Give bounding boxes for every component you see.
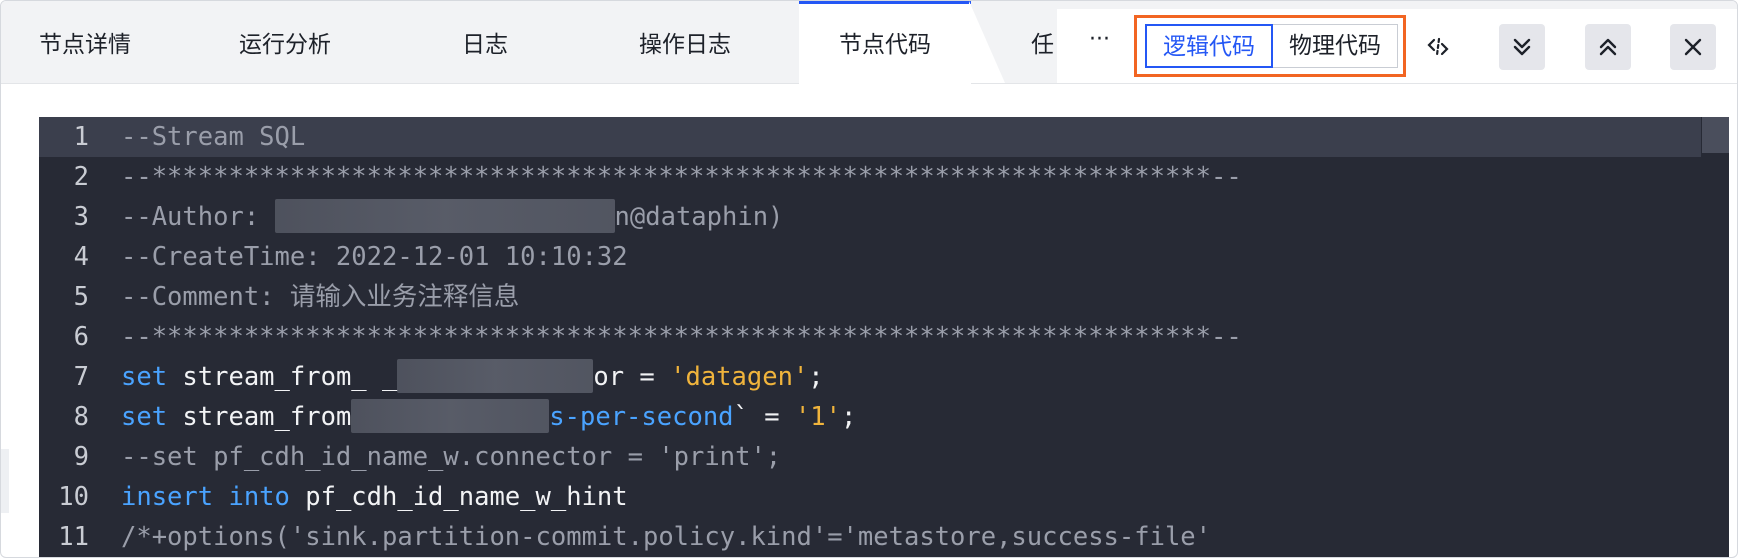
sql-property-key: s-per-second	[549, 402, 734, 432]
line-number: 10	[58, 482, 89, 512]
active-tab-edge	[969, 1, 1005, 83]
line-number: 9	[73, 442, 89, 472]
sql-identifier: stream_from_ _	[167, 362, 398, 392]
code-line[interactable]: 8 set stream_from s-per-second` = '1';	[39, 397, 1701, 437]
line-number: 2	[73, 162, 89, 192]
expand-up-icon[interactable]	[1585, 24, 1631, 70]
code-text: set stream_from s-per-second` = '1';	[121, 397, 856, 437]
tab-operation-log[interactable]: 操作日志	[585, 1, 785, 83]
line-number: 8	[73, 402, 89, 432]
sql-string: '1'	[794, 402, 842, 432]
code-text: set stream_from_ _ or = 'datagen';	[121, 357, 824, 397]
code-text: --**************************************…	[121, 162, 1242, 192]
sql-terminator: ;	[808, 362, 824, 392]
physical-code-button[interactable]: 物理代码	[1273, 24, 1398, 68]
line-number: 3	[73, 202, 89, 232]
sql-terminator: ;	[841, 402, 857, 432]
line-number: 7	[73, 362, 89, 392]
code-line[interactable]: 6 --************************************…	[39, 317, 1701, 357]
code-line[interactable]: 11 /*+options('sink.partition-commit.pol…	[39, 517, 1701, 557]
line-number: 6	[73, 322, 89, 352]
code-line[interactable]: 1 --Stream SQL	[39, 117, 1701, 157]
logical-code-button[interactable]: 逻辑代码	[1145, 24, 1273, 68]
close-icon[interactable]	[1670, 24, 1716, 70]
code-editor[interactable]: 1 --Stream SQL 2 --*********************…	[39, 117, 1729, 557]
sql-operator: or =	[593, 362, 671, 392]
sql-identifier: stream_from	[167, 402, 352, 432]
editor-scrollbar[interactable]	[1702, 117, 1729, 153]
tab-node-code[interactable]: 节点代码	[799, 1, 971, 86]
code-text: --**************************************…	[121, 322, 1242, 352]
tab-bar: 节点详情 运行分析 日志 操作日志 节点代码 任 ··· 逻辑代码 物理代码	[1, 1, 1737, 86]
code-line[interactable]: 9 --set pf_cdh_id_name_w.connector = 'pr…	[39, 437, 1701, 477]
code-text: --Author: n@dataphin)	[121, 197, 783, 237]
code-line[interactable]: 2 --************************************…	[39, 157, 1701, 197]
sql-keyword: set	[121, 402, 168, 432]
code-text: --CreateTime: 2022-12-01 10:10:32	[121, 242, 628, 272]
format-code-icon[interactable]	[1415, 24, 1461, 70]
code-text: --set pf_cdh_id_name_w.connector = 'prin…	[121, 442, 782, 472]
line-number: 5	[73, 282, 89, 312]
sql-keyword: insert into	[121, 482, 290, 512]
tab-node-details[interactable]: 节点详情	[1, 1, 169, 83]
line-number: 4	[73, 242, 89, 272]
code-text: /*+options('sink.partition-commit.policy…	[121, 522, 1212, 552]
redacted-text	[397, 359, 594, 393]
code-line[interactable]: 5 --Comment: 请输入业务注释信息	[39, 277, 1701, 317]
code-line[interactable]: 10 insert into pf_cdh_id_name_w_hint	[39, 477, 1701, 517]
tab-log[interactable]: 日志	[385, 1, 585, 83]
code-line[interactable]: 7 set stream_from_ _ or = 'datagen';	[39, 357, 1701, 397]
redacted-text	[351, 399, 550, 433]
sql-operator: ` =	[733, 402, 795, 432]
code-line[interactable]: 4 --CreateTime: 2022-12-01 10:10:32	[39, 237, 1701, 277]
collapse-down-icon[interactable]	[1499, 24, 1545, 70]
code-text: insert into pf_cdh_id_name_w_hint	[121, 477, 628, 517]
author-suffix: n@dataphin)	[614, 202, 784, 232]
sql-identifier: pf_cdh_id_name_w_hint	[289, 482, 628, 512]
more-tabs-button[interactable]: ···	[1089, 27, 1110, 52]
tab-run-analysis[interactable]: 运行分析	[185, 1, 385, 83]
code-line[interactable]: 3 --Author: n@dataphin)	[39, 197, 1701, 237]
redacted-text	[274, 199, 615, 233]
line-number: 11	[58, 522, 89, 552]
author-prefix: --Author:	[121, 202, 275, 232]
line-number: 1	[73, 122, 89, 152]
left-resize-handle[interactable]	[1, 449, 9, 513]
sql-string: 'datagen'	[670, 362, 809, 392]
code-text: --Stream SQL	[121, 122, 306, 152]
node-code-panel: 节点详情 运行分析 日志 操作日志 节点代码 任 ··· 逻辑代码 物理代码 1…	[0, 0, 1738, 558]
code-text: --Comment: 请输入业务注释信息	[121, 282, 520, 312]
sql-keyword: set	[121, 362, 168, 392]
